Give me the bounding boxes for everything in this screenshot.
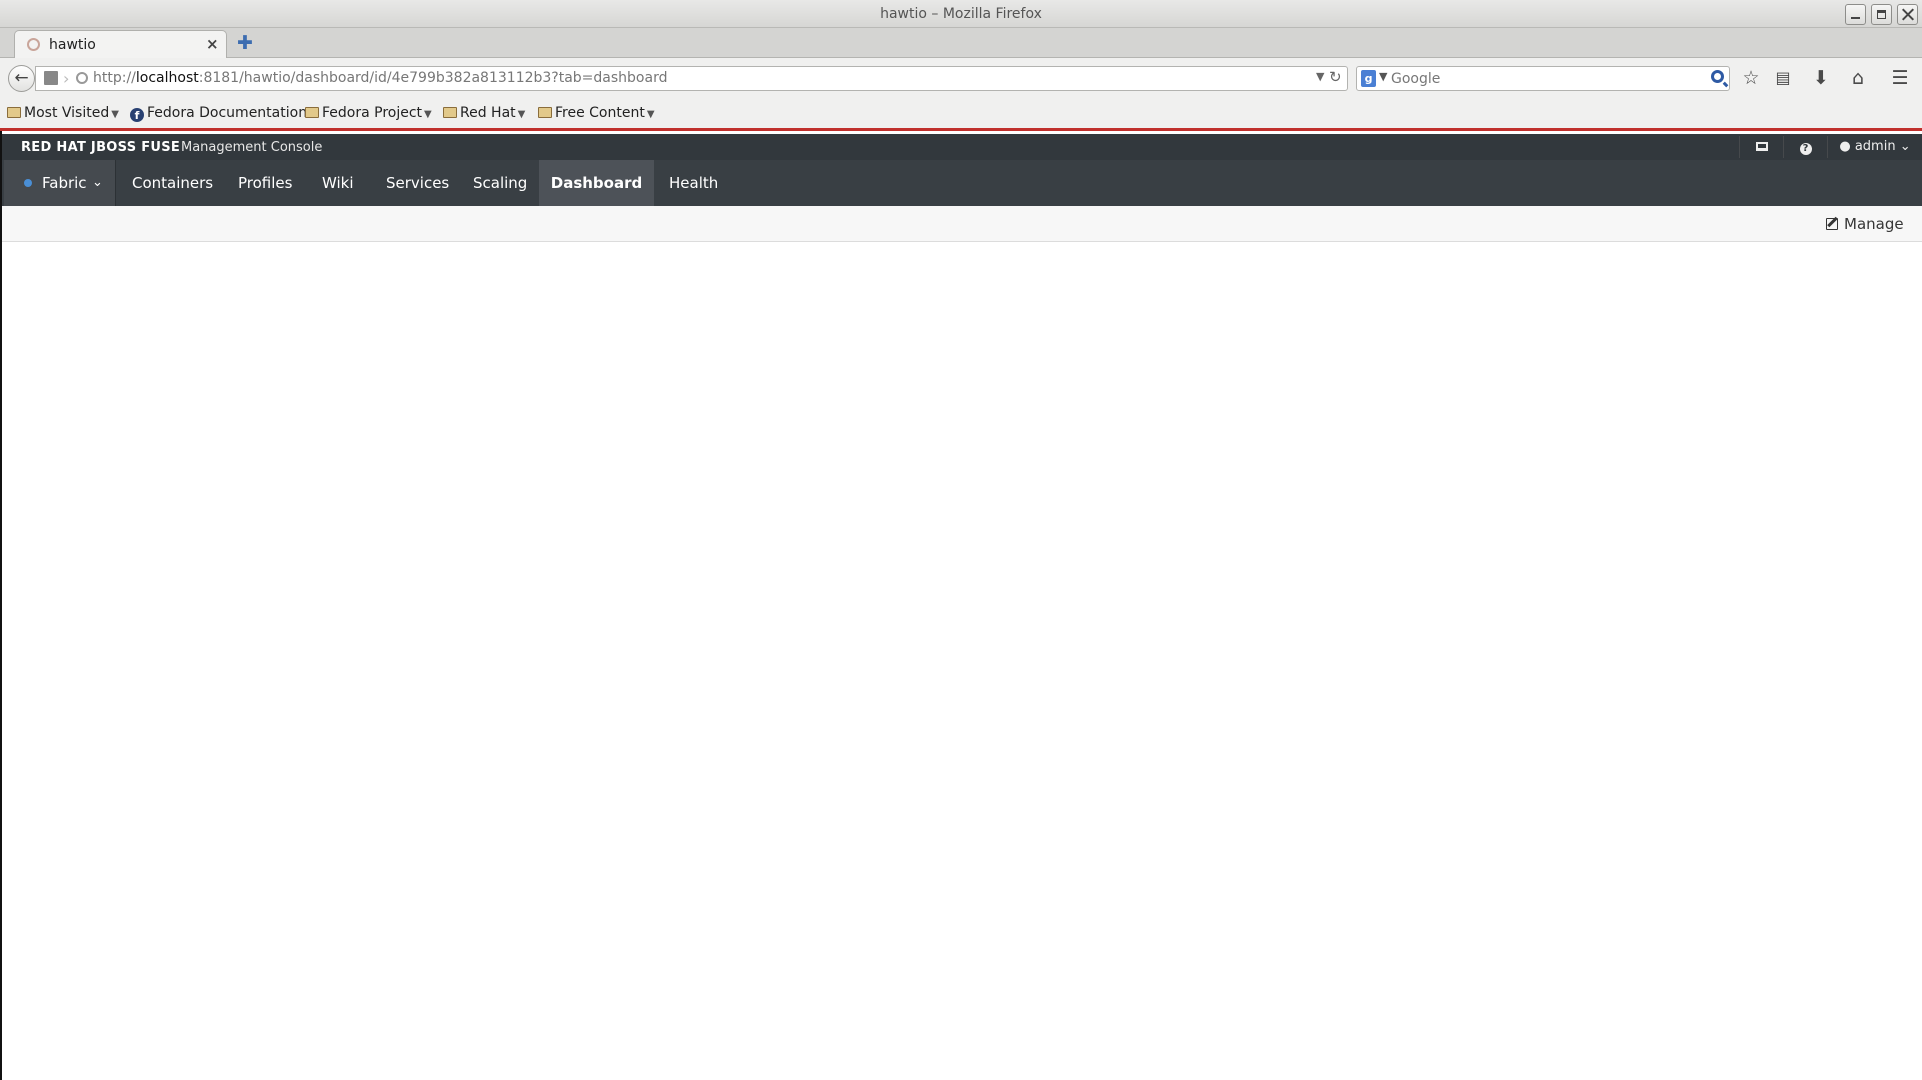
url-host: localhost: [135, 70, 199, 86]
url-separator: ›: [63, 69, 70, 88]
tab-title: hawtio: [49, 37, 96, 53]
tab-scaling[interactable]: Scaling: [473, 160, 527, 206]
tab-containers[interactable]: Containers: [132, 160, 213, 206]
url-bar[interactable]: › http://localhost:8181/hawtio/dashboard…: [35, 66, 1348, 91]
page-info-icon[interactable]: [44, 71, 58, 85]
help-button[interactable]: ?: [1783, 136, 1827, 158]
reload-icon[interactable]: ↻: [1329, 68, 1342, 86]
chevron-down-icon: ⌄: [92, 175, 103, 190]
edit-icon: [1826, 218, 1838, 230]
tab-wiki[interactable]: Wiki: [322, 160, 354, 206]
maximize-button[interactable]: [1871, 4, 1892, 25]
navigation-toolbar: › http://localhost:8181/hawtio/dashboard…: [0, 58, 1922, 98]
bookmark-label: Most Visited: [24, 105, 110, 121]
close-tab-icon[interactable]: ×: [206, 35, 219, 53]
screen: hawtio – Mozilla Firefox hawtio × ✚ › ht…: [0, 0, 1922, 1080]
minimize-button[interactable]: [1845, 4, 1866, 25]
bookmark-fedora-documentation[interactable]: f Fedora Documentation: [130, 105, 307, 125]
folder-icon: [305, 107, 319, 118]
perspective-label: Fabric: [42, 174, 87, 192]
bookmark-label: Fedora Documentation: [147, 105, 308, 121]
chevron-down-icon: ▼: [646, 109, 655, 120]
new-tab-icon[interactable]: ✚: [237, 32, 253, 54]
monitor-icon: [1755, 142, 1768, 151]
bookmark-label: Fedora Project: [322, 105, 423, 121]
bookmark-most-visited[interactable]: Most Visited ▼: [7, 105, 119, 125]
tab-dashboard[interactable]: Dashboard: [539, 160, 654, 206]
bookmark-label: Free Content: [555, 105, 645, 121]
tab-profiles[interactable]: Profiles: [238, 160, 292, 206]
bookmark-red-hat[interactable]: Red Hat ▼: [443, 105, 525, 125]
folder-icon: [7, 107, 21, 118]
help-icon: ?: [1799, 143, 1812, 155]
window-title-bar: hawtio – Mozilla Firefox: [0, 0, 1922, 28]
dashboard-content: [2, 242, 1922, 1080]
manage-label: Manage: [1844, 215, 1904, 233]
back-arrow-icon: ←: [14, 68, 29, 88]
folder-icon: [538, 107, 552, 118]
chevron-down-icon: ⌄: [1899, 139, 1911, 154]
chevron-down-icon: ▼: [111, 109, 119, 120]
user-icon: ●: [1839, 139, 1851, 154]
app-header: RED HAT JBOSS FUSE Management Console ? …: [2, 134, 1922, 160]
dashboard-toolbar: Manage: [2, 206, 1922, 242]
google-engine-icon[interactable]: g: [1361, 70, 1376, 87]
manage-button[interactable]: Manage: [1826, 215, 1904, 233]
bookmark-fedora-project[interactable]: Fedora Project ▼: [305, 105, 432, 125]
user-menu[interactable]: ● admin ⌄: [1827, 136, 1922, 158]
menu-icon[interactable]: ☰: [1886, 64, 1914, 92]
monitor-button[interactable]: [1739, 136, 1783, 158]
folder-icon: [443, 107, 457, 118]
window-title: hawtio – Mozilla Firefox: [880, 6, 1042, 22]
search-icon[interactable]: [1711, 70, 1724, 83]
brand-subtitle: Management Console: [181, 140, 323, 155]
perspective-selector[interactable]: Fabric ⌄: [4, 160, 116, 206]
search-engine-dropdown-icon[interactable]: ▼: [1379, 70, 1387, 83]
tab-strip: hawtio × ✚: [0, 28, 1922, 58]
site-identity-icon[interactable]: [76, 72, 88, 84]
url-history-dropdown-icon[interactable]: ▼: [1316, 70, 1324, 83]
bookmark-label: Red Hat: [460, 105, 516, 121]
chevron-down-icon: ▼: [424, 109, 432, 120]
reading-list-icon[interactable]: ▤: [1769, 64, 1797, 92]
url-prefix: http://: [93, 70, 136, 86]
back-button[interactable]: ←: [8, 65, 35, 92]
fabric-icon: [24, 179, 32, 187]
user-name: admin: [1854, 139, 1896, 154]
search-input[interactable]: [1391, 69, 1701, 88]
tab-services[interactable]: Services: [386, 160, 449, 206]
browser-tab[interactable]: hawtio ×: [14, 30, 227, 58]
fedora-icon: f: [130, 108, 144, 122]
bookmark-free-content[interactable]: Free Content ▼: [538, 105, 655, 125]
search-bar[interactable]: g ▼: [1356, 66, 1730, 91]
tab-health[interactable]: Health: [669, 160, 718, 206]
download-icon[interactable]: ⬇: [1807, 64, 1835, 92]
url-text[interactable]: http://localhost:8181/hawtio/dashboard/i…: [93, 70, 667, 86]
hawtio-favicon-icon: [27, 38, 40, 51]
bookmarks-toolbar: Most Visited ▼ f Fedora Documentation Fedo…: [0, 98, 1922, 131]
close-window-button[interactable]: [1897, 4, 1918, 25]
main-nav: Fabric ⌄ Containers Profiles Wiki Servic…: [2, 160, 1922, 206]
url-path: :8181/hawtio/dashboard/id/4e799b382a8131…: [198, 70, 668, 86]
brand-logo: RED HAT JBOSS FUSE: [21, 140, 181, 155]
chevron-down-icon: ▼: [517, 109, 526, 120]
home-icon[interactable]: ⌂: [1844, 64, 1872, 92]
star-icon[interactable]: ☆: [1737, 64, 1765, 92]
